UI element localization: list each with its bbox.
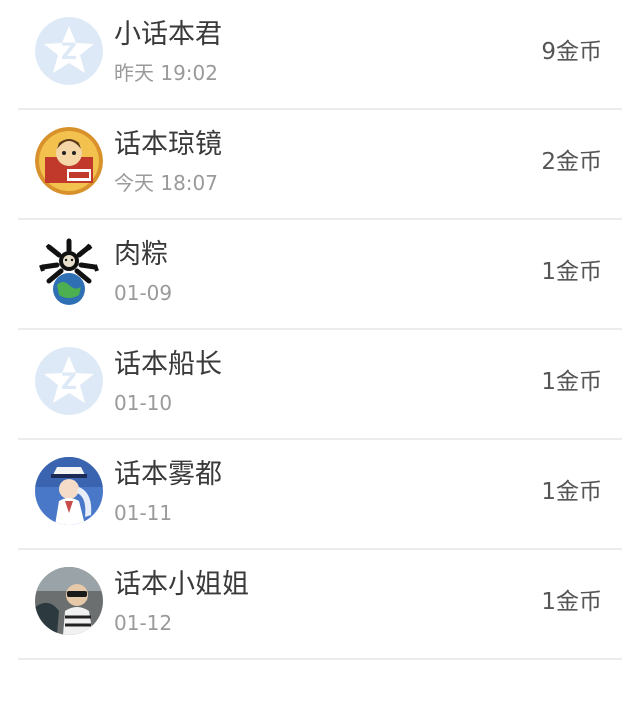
record-time: 昨天 19:02 [114, 61, 218, 85]
sender-name: 话本雾都 [114, 459, 222, 490]
list-item[interactable]: 话本小姐姐 01-12 1金币 [0, 550, 640, 660]
record-time: 01-11 [114, 501, 173, 525]
qq-default-avatar-icon[interactable]: Z [35, 347, 103, 415]
sender-name: 话本小姐姐 [114, 569, 249, 600]
list-item[interactable]: Z 小话本君 昨天 19:02 9金币 [0, 0, 640, 110]
list-item[interactable]: 话本雾都 01-11 1金币 [0, 440, 640, 550]
svg-text:Z: Z [61, 40, 77, 65]
list-item[interactable]: 肉粽 01-09 1金币 [0, 220, 640, 330]
photo-avatar-icon[interactable] [35, 567, 103, 635]
record-time: 今天 18:07 [114, 171, 218, 195]
coin-amount: 1金币 [541, 259, 602, 285]
sender-name: 话本琼镜 [114, 129, 222, 160]
cartoon-avatar-icon[interactable] [35, 127, 103, 195]
divider [18, 658, 622, 660]
list-item[interactable]: 话本琼镜 今天 18:07 2金币 [0, 110, 640, 220]
coin-amount: 1金币 [541, 589, 602, 615]
sender-name: 肉粽 [114, 239, 168, 270]
meme-globe-avatar-icon[interactable] [35, 237, 103, 305]
coin-record-list: Z 小话本君 昨天 19:02 9金币 话本琼镜 今天 18:07 2金币 肉粽… [0, 0, 640, 660]
anime-character-avatar-icon[interactable] [35, 457, 103, 525]
coin-amount: 2金币 [541, 149, 602, 175]
record-time: 01-12 [114, 611, 173, 635]
list-item[interactable]: Z 话本船长 01-10 1金币 [0, 330, 640, 440]
record-time: 01-09 [114, 281, 173, 305]
coin-amount: 1金币 [541, 369, 602, 395]
sender-name: 话本船长 [114, 349, 222, 380]
qq-default-avatar-icon[interactable]: Z [35, 17, 103, 85]
svg-text:Z: Z [61, 370, 77, 395]
coin-amount: 9金币 [541, 39, 602, 65]
sender-name: 小话本君 [114, 19, 222, 50]
coin-amount: 1金币 [541, 479, 602, 505]
record-time: 01-10 [114, 391, 173, 415]
